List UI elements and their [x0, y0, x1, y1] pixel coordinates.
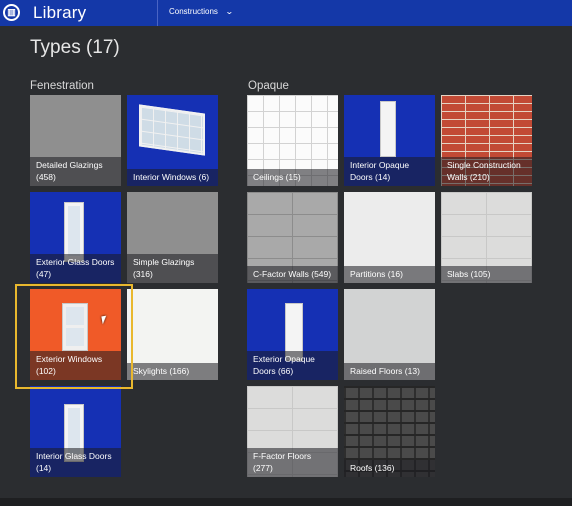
tile-label-line1: Exterior Windows — [36, 354, 103, 364]
tile-partitions[interactable]: Partitions (16) — [344, 192, 435, 283]
door-glass-image — [68, 206, 80, 256]
tile-label-line2: Doors (66) — [253, 366, 294, 376]
tile-label: Interior Glass Doors (14) — [30, 448, 121, 477]
tile-label-line1: Skylights (166) — [133, 366, 190, 376]
tile-label-line1: Simple Glazings — [133, 257, 195, 267]
tile-label: F-Factor Floors (277) — [247, 448, 338, 477]
tile-label-line1: Interior Glass Doors — [36, 451, 112, 461]
tile-label: Partitions (16) — [344, 266, 435, 283]
window-image — [139, 104, 205, 156]
tile-interior-opaque-doors[interactable]: Interior Opaque Doors (14) — [344, 95, 435, 186]
toolbar-divider — [157, 0, 158, 26]
section-title-opaque: Opaque — [248, 80, 289, 92]
tile-label-line2: (316) — [133, 269, 153, 279]
tile-label: Raised Floors (13) — [344, 363, 435, 380]
tile-label-line1: Exterior Glass Doors — [36, 257, 115, 267]
tile-label: Ceilings (15) — [247, 169, 338, 186]
tile-label-line2: Walls (210) — [447, 172, 490, 182]
tile-label: Detailed Glazings (458) — [30, 157, 121, 186]
tile-label: Slabs (105) — [441, 266, 532, 283]
window-pane-bottom — [66, 328, 84, 346]
tile-label: C-Factor Walls (549) — [247, 266, 338, 283]
tile-f-factor-floors[interactable]: F-Factor Floors (277) — [247, 386, 338, 477]
tile-label-line1: Partitions (16) — [350, 269, 403, 279]
tile-slabs[interactable]: Slabs (105) — [441, 192, 532, 283]
tile-label-line1: Slabs (105) — [447, 269, 491, 279]
tile-interior-glass-doors[interactable]: Interior Glass Doors (14) — [30, 386, 121, 477]
bottom-bar — [0, 498, 572, 506]
chevron-down-icon: ⌄ — [224, 7, 234, 16]
tile-label: Skylights (166) — [127, 363, 218, 380]
tile-label: Interior Windows (6) — [127, 169, 218, 186]
dropdown-label: Constructions — [169, 7, 218, 16]
tile-label: Interior Opaque Doors (14) — [344, 157, 435, 186]
tile-label-line1: Interior Opaque — [350, 160, 410, 170]
tile-label: Single Construction Walls (210) — [441, 157, 532, 186]
tile-label-line2: Doors (14) — [350, 172, 391, 182]
tile-detailed-glazings[interactable]: Detailed Glazings (458) — [30, 95, 121, 186]
tile-roofs[interactable]: Roofs (136) — [344, 386, 435, 477]
tile-label-line1: F-Factor Floors (277) — [253, 451, 312, 473]
tile-label-line1: Roofs (136) — [350, 463, 395, 473]
tile-skylights[interactable]: Skylights (166) — [127, 289, 218, 380]
door-image — [380, 101, 396, 157]
tile-label-line2: (14) — [36, 463, 52, 473]
tile-label-line2: (102) — [36, 366, 56, 376]
library-icon[interactable]: ▥ — [3, 4, 20, 21]
tile-label-line1: Detailed Glazings — [36, 160, 103, 170]
tile-label: Simple Glazings (316) — [127, 254, 218, 283]
tile-label-line1: Exterior Opaque — [253, 354, 315, 364]
tile-ceilings[interactable]: Ceilings (15) — [247, 95, 338, 186]
tile-label-line1: Interior Windows (6) — [133, 172, 210, 182]
window-pane-top — [66, 307, 84, 325]
page-title: Types (17) — [30, 37, 120, 58]
tile-label: Exterior Glass Doors (47) — [30, 254, 121, 283]
tile-label-line1: Raised Floors (13) — [350, 366, 420, 376]
tile-label: Exterior Windows (102) — [30, 351, 121, 380]
tile-label-line1: Single Construction — [447, 160, 521, 170]
app-title: Library — [33, 3, 87, 22]
tile-label: Exterior Opaque Doors (66) — [247, 351, 338, 380]
tile-label-line1: Ceilings (15) — [253, 172, 301, 182]
tile-simple-glazings[interactable]: Simple Glazings (316) — [127, 192, 218, 283]
tile-single-construction-walls[interactable]: Single Construction Walls (210) — [441, 95, 532, 186]
tile-label: Roofs (136) — [344, 460, 435, 477]
tile-label-line2: (458) — [36, 172, 56, 182]
tile-label-line2: (47) — [36, 269, 52, 279]
tile-c-factor-walls[interactable]: C-Factor Walls (549) — [247, 192, 338, 283]
tile-exterior-glass-doors[interactable]: Exterior Glass Doors (47) — [30, 192, 121, 283]
constructions-dropdown[interactable]: Constructions ⌄ — [169, 7, 234, 16]
tile-label-line1: C-Factor Walls (549) — [253, 269, 332, 279]
section-title-fenestration: Fenestration — [30, 80, 94, 92]
tile-exterior-windows[interactable]: Exterior Windows (102) — [30, 289, 121, 380]
tile-interior-windows[interactable]: Interior Windows (6) — [127, 95, 218, 186]
tile-exterior-opaque-doors[interactable]: Exterior Opaque Doors (66) — [247, 289, 338, 380]
top-bar: ▥ Library Constructions ⌄ — [0, 0, 572, 26]
tile-raised-floors[interactable]: Raised Floors (13) — [344, 289, 435, 380]
